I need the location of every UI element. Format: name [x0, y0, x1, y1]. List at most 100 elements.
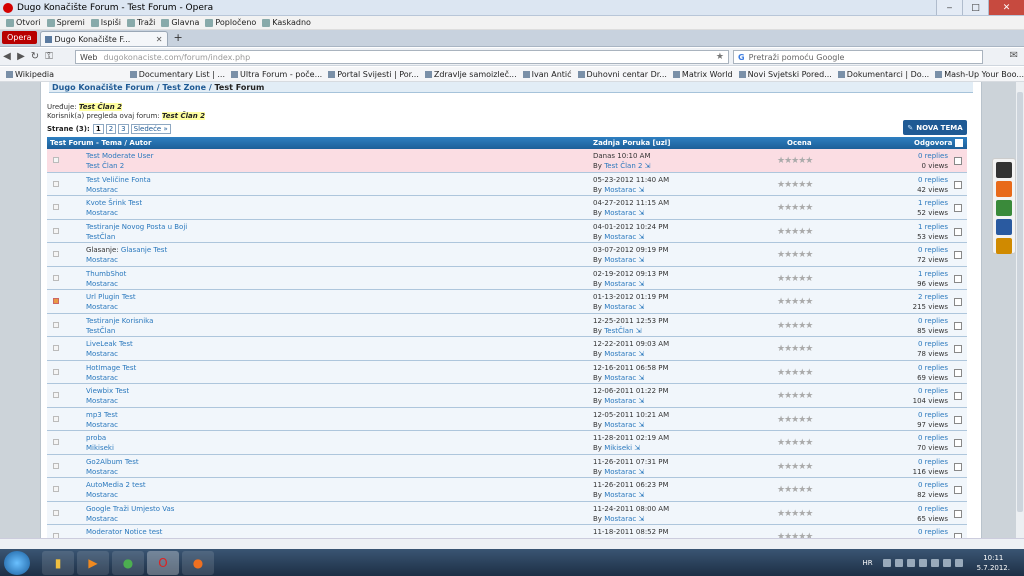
google-plus-icon[interactable]	[996, 200, 1012, 216]
replies-count[interactable]: 0 replies	[918, 505, 948, 513]
bookmark-star-icon[interactable]: ★	[716, 52, 724, 62]
rating-stars[interactable]: ★★★★★	[777, 415, 813, 425]
last-post-user[interactable]: Mostarac	[604, 515, 636, 523]
scrollbar-thumb[interactable]	[1017, 92, 1023, 512]
bookmark-item[interactable]: Zdravlje samoizleč...	[424, 70, 517, 79]
tab-forum[interactable]: Dugo Konačište F... ✕	[39, 31, 168, 46]
close-tab-icon[interactable]: ✕	[156, 35, 163, 44]
clock[interactable]: 10:11 5.7.2012.	[977, 553, 1010, 573]
last-post-user[interactable]: Mostarac	[604, 256, 636, 264]
last-post-user[interactable]: TestČlan	[604, 327, 633, 335]
topic-checkbox[interactable]	[954, 415, 962, 424]
replies-count[interactable]: 1 replies	[918, 270, 948, 278]
last-post-user[interactable]: Mostarac	[604, 468, 636, 476]
breadcrumb-root[interactable]: Dugo Konačište Forum	[52, 83, 154, 92]
close-window-button[interactable]: ✕	[988, 0, 1024, 15]
go-to-last-post-icon[interactable]: ⇲	[638, 468, 644, 476]
menu-tile[interactable]: Popločeno	[205, 18, 256, 27]
menu-open[interactable]: Otvori	[6, 18, 41, 27]
rating-stars[interactable]: ★★★★★	[777, 321, 813, 331]
topic-checkbox[interactable]	[954, 157, 962, 165]
go-to-last-post-icon[interactable]: ⇲	[638, 303, 644, 311]
bookmark-item[interactable]: Duhovni centar Dr...	[577, 70, 667, 79]
topic-author[interactable]: Mostarac	[86, 515, 118, 523]
search-field[interactable]: G Pretraži pomoću Google	[733, 50, 983, 64]
go-to-last-post-icon[interactable]: ⇲	[638, 515, 644, 523]
topic-author[interactable]: TestČlan	[86, 233, 115, 241]
replies-count[interactable]: 0 replies	[918, 481, 948, 489]
topic-author[interactable]: Mostarac	[86, 350, 118, 358]
topic-title[interactable]: Glasanje: Glasanje Test	[86, 246, 167, 254]
rating-stars[interactable]: ★★★★★	[777, 203, 813, 213]
replies-count[interactable]: 0 replies	[918, 458, 948, 466]
topic-title[interactable]: LiveLeak Test	[86, 340, 133, 348]
last-post-user[interactable]: Mostarac	[604, 421, 636, 429]
topic-checkbox[interactable]	[954, 439, 962, 447]
chrome-taskbar-icon[interactable]: ●	[112, 550, 144, 575]
topic-author[interactable]: Mostarac	[86, 186, 118, 194]
topic-author[interactable]: Mostarac	[86, 209, 118, 217]
topic-title[interactable]: mp3 Test	[86, 411, 118, 419]
moderator-name[interactable]: Test Član 2	[78, 103, 123, 111]
bookmark-item[interactable]: Mash-Up Your Boo...	[935, 70, 1024, 79]
topic-title[interactable]: Test Moderate User	[86, 152, 153, 160]
topic-checkbox[interactable]	[954, 298, 962, 306]
media-player-taskbar-icon[interactable]: ▶	[77, 550, 109, 575]
go-to-last-post-icon[interactable]: ⇲	[634, 444, 640, 452]
go-to-last-post-icon[interactable]: ⇲	[638, 421, 644, 429]
volume-icon[interactable]	[954, 558, 963, 567]
key-icon[interactable]: ⚿	[42, 51, 56, 62]
replies-count[interactable]: 0 replies	[918, 340, 948, 348]
bookmark-item[interactable]: Matrix World	[672, 70, 733, 79]
google-mail-icon[interactable]: ✉	[1010, 50, 1018, 61]
topic-checkbox[interactable]	[954, 486, 962, 494]
back-icon[interactable]: ◀	[0, 51, 14, 62]
last-post-user[interactable]: Test Član 2	[604, 162, 642, 170]
viewer-name[interactable]: Test Član 2	[161, 112, 206, 120]
go-to-last-post-icon[interactable]: ⇲	[638, 233, 644, 241]
topic-title[interactable]: Go2Album Test	[86, 458, 139, 466]
bookmark-item[interactable]: Ultra Forum - poče...	[231, 70, 322, 79]
topic-title[interactable]: Kvote Šrink Test	[86, 199, 142, 207]
topic-checkbox[interactable]	[954, 227, 962, 236]
go-to-last-post-icon[interactable]: ⇲	[638, 256, 644, 264]
firefox-taskbar-icon[interactable]: ●	[182, 550, 214, 575]
last-post-user[interactable]: Mostarac	[604, 491, 636, 499]
rating-stars[interactable]: ★★★★★	[777, 297, 813, 307]
topic-checkbox[interactable]	[954, 180, 962, 189]
rating-stars[interactable]: ★★★★★	[777, 180, 813, 190]
topic-checkbox[interactable]	[954, 274, 962, 283]
bookmark-item[interactable]: Ivan Antić	[522, 70, 572, 79]
bookmark-item[interactable]: Wikipedia	[6, 70, 54, 79]
explorer-taskbar-icon[interactable]: ▮	[42, 550, 74, 575]
topic-author[interactable]: Mostarac	[86, 280, 118, 288]
replies-count[interactable]: 1 replies	[918, 223, 948, 231]
topic-checkbox[interactable]	[954, 509, 962, 518]
opera-taskbar-icon[interactable]: O	[147, 550, 179, 575]
rating-stars[interactable]: ★★★★★	[777, 368, 813, 378]
last-post-user[interactable]: Mostarac	[604, 186, 636, 194]
topic-author[interactable]: Mostarac	[86, 421, 118, 429]
topic-checkbox[interactable]	[954, 251, 962, 259]
replies-count[interactable]: 1 replies	[918, 199, 948, 207]
topic-author[interactable]: Mostarac	[86, 374, 118, 382]
page-3-button[interactable]: 3	[118, 124, 129, 134]
topic-author[interactable]: Mostarac	[86, 303, 118, 311]
menu-find[interactable]: Traži	[127, 18, 155, 27]
go-to-last-post-icon[interactable]: ⇲	[645, 162, 651, 170]
go-to-last-post-icon[interactable]: ⇲	[638, 350, 644, 358]
rating-stars[interactable]: ★★★★★	[777, 344, 813, 354]
topic-author[interactable]: Mostarac	[86, 491, 118, 499]
tray-app-icon[interactable]	[930, 558, 939, 567]
minimize-button[interactable]: ‒	[936, 0, 962, 15]
go-to-last-post-icon[interactable]: ⇲	[638, 209, 644, 217]
rating-stars[interactable]: ★★★★★	[777, 462, 813, 472]
breadcrumb-parent[interactable]: Test Zone	[162, 83, 206, 92]
topic-checkbox[interactable]	[954, 204, 962, 212]
topic-title[interactable]: Viewbix Test	[86, 387, 129, 395]
topic-title[interactable]: proba	[86, 434, 106, 442]
col-last-post[interactable]: Zadnja Poruka [uzl]	[593, 139, 670, 147]
share-blue-icon[interactable]	[996, 219, 1012, 235]
select-all-checkbox[interactable]	[955, 139, 963, 147]
topic-title[interactable]: Testiranje Korisnika	[86, 317, 153, 325]
